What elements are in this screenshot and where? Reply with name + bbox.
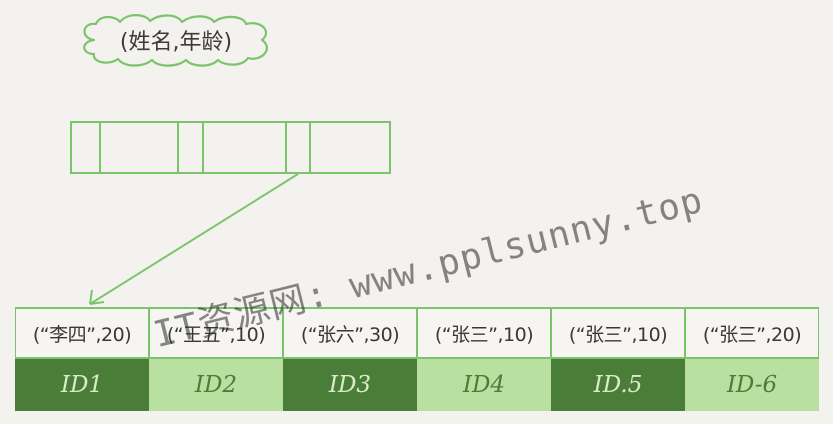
index-label-cloud: (姓名,年龄): [76, 12, 276, 68]
leaf-id: ID4: [417, 359, 551, 411]
leaf-entry: (“王五”,10) ID2: [149, 307, 283, 411]
index-node-divider: [99, 123, 101, 172]
arrow-head-icon: [89, 289, 105, 305]
leaf-entry: (“张三”,10) ID.5: [551, 307, 685, 411]
leaf-key: (“李四”,20): [15, 307, 149, 359]
leaf-key: (“王五”,10): [149, 307, 283, 359]
leaf-entry: (“李四”,20) ID1: [15, 307, 149, 411]
leaf-entry: (“张六”,30) ID3: [283, 307, 417, 411]
leaf-node-row: (“李四”,20) ID1 (“王五”,10) ID2 (“张六”,30) ID…: [15, 307, 819, 411]
index-node-divider: [285, 123, 287, 172]
leaf-key: (“张六”,30): [283, 307, 417, 359]
leaf-id: ID3: [283, 359, 417, 411]
index-node-divider: [177, 123, 179, 172]
leaf-key: (“张三”,20): [685, 307, 819, 359]
arrow-line: [89, 173, 299, 305]
leaf-key: (“张三”,10): [551, 307, 685, 359]
leaf-id: ID-6: [685, 359, 819, 411]
index-node: [70, 121, 391, 174]
leaf-entry: (“张三”,20) ID-6: [685, 307, 819, 411]
index-label: (姓名,年龄): [119, 30, 233, 55]
leaf-id: ID2: [149, 359, 283, 411]
leaf-entry: (“张三”,10) ID4: [417, 307, 551, 411]
index-node-divider: [202, 123, 204, 172]
leaf-key: (“张三”,10): [417, 307, 551, 359]
leaf-id: ID1: [15, 359, 149, 411]
index-node-divider: [309, 123, 311, 172]
leaf-id: ID.5: [551, 359, 685, 411]
